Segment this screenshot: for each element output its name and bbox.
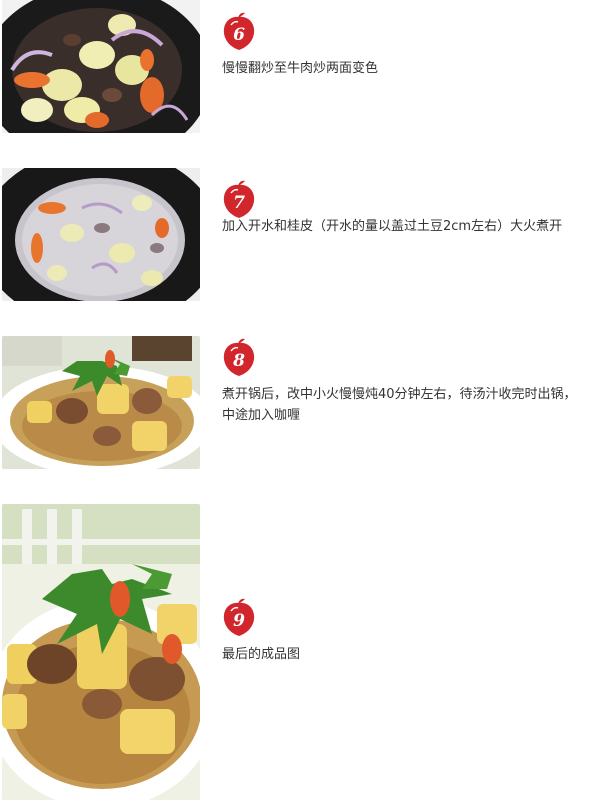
step-description: 加入开水和桂皮（开水的量以盖过土豆2cm左右）大火煮开: [222, 219, 563, 234]
step-number: 9: [233, 611, 245, 631]
step-number-badge: 7: [222, 180, 256, 220]
step-number-badge: 6: [222, 12, 256, 52]
step-number: 6: [233, 25, 245, 45]
step-8-photo: [2, 336, 200, 469]
step-6-photo: [2, 0, 200, 133]
step-description: 最后的成品图: [222, 647, 301, 662]
step-number: 7: [233, 193, 245, 213]
step-number: 8: [232, 351, 245, 371]
step-number-badge: 8: [222, 338, 256, 378]
step-7-photo: [2, 168, 200, 301]
step-description: 慢慢翻炒至牛肉炒两面变色: [222, 61, 379, 76]
step-number-badge: 9: [222, 598, 256, 638]
step-9-photo: [2, 504, 200, 800]
step-description: 煮开锅后，改中小火慢慢炖40分钟左右，待汤汁收完时出锅，中途加入咖喱: [222, 387, 577, 423]
